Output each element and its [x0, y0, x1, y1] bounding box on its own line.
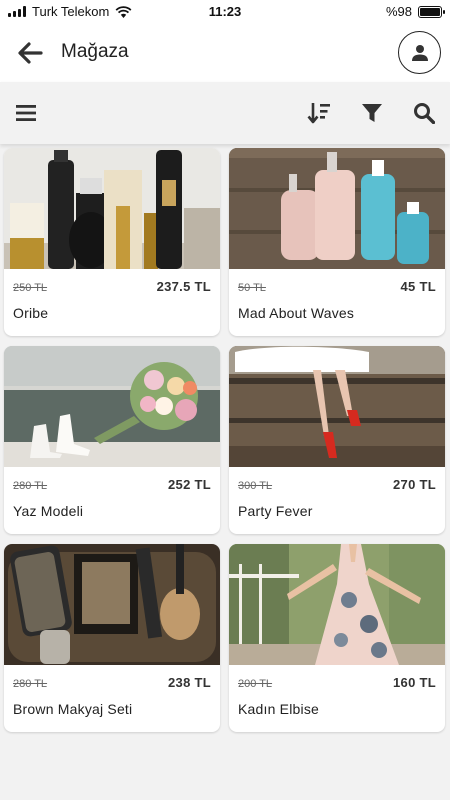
- product-name: Party Fever: [238, 503, 313, 519]
- price-row: 300 TL 270 TL: [238, 477, 436, 492]
- red-heels-photo: [229, 346, 445, 467]
- makeup-kit-photo: [4, 544, 220, 665]
- product-grid: 250 TL 237.5 TL Oribe 50 TL 45 TL Mad Ab…: [4, 148, 446, 732]
- price-row: 200 TL 160 TL: [238, 675, 436, 690]
- old-price: 50 TL: [238, 282, 266, 294]
- price: 160 TL: [393, 675, 436, 690]
- sort-button[interactable]: [304, 98, 334, 128]
- battery-percent: %98: [385, 4, 412, 19]
- profile-button[interactable]: [398, 31, 441, 74]
- price: 238 TL: [168, 675, 211, 690]
- old-price: 250 TL: [13, 282, 48, 294]
- funnel-icon: [362, 104, 382, 122]
- product-name: Oribe: [13, 305, 49, 321]
- floral-dress-photo: [229, 544, 445, 665]
- battery-icon: [418, 5, 445, 18]
- toolbar: [0, 82, 450, 144]
- product-name: Kadın Elbise: [238, 701, 320, 717]
- shampoo-bottles-photo: [229, 148, 445, 269]
- sort-descending-icon: [307, 103, 330, 124]
- price: 237.5 TL: [156, 279, 211, 294]
- price-row: 280 TL 252 TL: [13, 477, 211, 492]
- product-card[interactable]: 280 TL 252 TL Yaz Modeli: [4, 346, 220, 534]
- menu-button[interactable]: [11, 98, 41, 128]
- product-card[interactable]: 280 TL 238 TL Brown Makyaj Seti: [4, 544, 220, 732]
- battery-level: [420, 7, 440, 16]
- product-card[interactable]: 50 TL 45 TL Mad About Waves: [229, 148, 445, 336]
- price-row: 50 TL 45 TL: [238, 279, 436, 294]
- price-row: 250 TL 237.5 TL: [13, 279, 211, 294]
- old-price: 200 TL: [238, 678, 273, 690]
- app-header: Mağaza: [0, 24, 450, 82]
- price-row: 280 TL 238 TL: [13, 675, 211, 690]
- hair-product-bottles-photo: [4, 148, 220, 269]
- product-card[interactable]: 200 TL 160 TL Kadın Elbise: [229, 544, 445, 732]
- price: 45 TL: [400, 279, 436, 294]
- old-price: 280 TL: [13, 678, 48, 690]
- product-name: Brown Makyaj Seti: [13, 701, 133, 717]
- price: 270 TL: [393, 477, 436, 492]
- status-right: %98: [385, 4, 445, 19]
- product-name: Mad About Waves: [238, 305, 355, 321]
- user-icon: [411, 44, 428, 61]
- product-card[interactable]: 300 TL 270 TL Party Fever: [229, 346, 445, 534]
- product-name: Yaz Modeli: [13, 503, 84, 519]
- search-button[interactable]: [409, 98, 439, 128]
- product-card[interactable]: 250 TL 237.5 TL Oribe: [4, 148, 220, 336]
- old-price: 300 TL: [238, 480, 273, 492]
- bridal-shoes-bouquet-photo: [4, 346, 220, 467]
- magnifier-icon: [414, 103, 435, 124]
- price: 252 TL: [168, 477, 211, 492]
- old-price: 280 TL: [13, 480, 48, 492]
- filter-button[interactable]: [357, 98, 387, 128]
- arrow-left-icon: [18, 42, 43, 64]
- page-title: Mağaza: [61, 41, 129, 62]
- back-button[interactable]: [14, 37, 46, 69]
- status-bar: Turk Telekom 11:23 %98: [0, 0, 450, 24]
- status-time: 11:23: [208, 4, 242, 19]
- hamburger-icon: [16, 105, 36, 121]
